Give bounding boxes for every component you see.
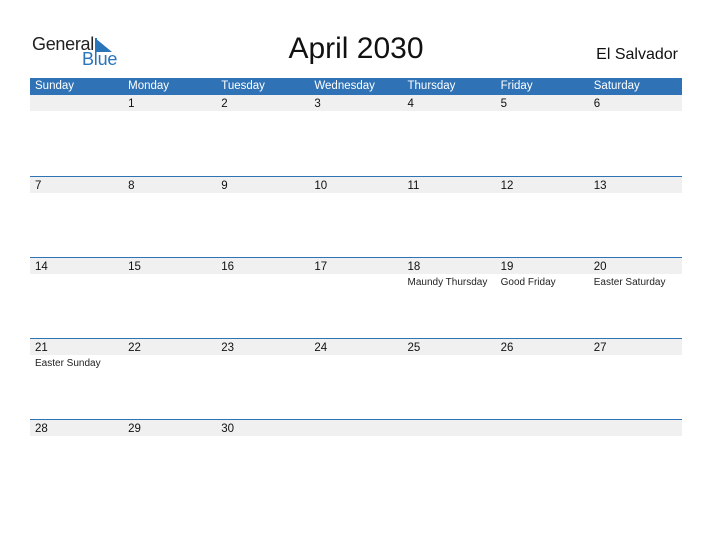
weekday-wednesday: Wednesday — [314, 80, 375, 92]
day-cell: 9 — [216, 177, 309, 194]
week-row: 1 2 3 4 5 6 — [30, 95, 682, 176]
day-number: 18 — [407, 261, 421, 273]
day-number: 30 — [221, 423, 235, 435]
week-row: 7 8 9 10 11 12 13 — [30, 176, 682, 257]
holiday-label: Good Friday — [500, 277, 556, 288]
day-cell: 26 — [496, 339, 589, 370]
day-cell: 13 — [589, 177, 682, 194]
day-cell — [30, 95, 123, 112]
day-cells: 1 2 3 4 5 6 — [30, 95, 682, 112]
weekday-tuesday: Tuesday — [221, 80, 265, 92]
day-cells: 21 Easter Sunday 22 23 24 25 26 27 — [30, 339, 682, 370]
day-number: 10 — [314, 180, 328, 192]
day-number: 29 — [128, 423, 141, 435]
day-cell — [403, 420, 496, 437]
day-number — [314, 420, 402, 437]
day-cell: 4 — [403, 95, 496, 112]
day-cell: 12 — [496, 177, 589, 194]
day-cell: 25 — [403, 339, 496, 370]
holiday-label: Easter Saturday — [593, 277, 666, 288]
day-cells: 28 29 30 — [30, 420, 682, 437]
day-number: 11 — [407, 180, 420, 192]
day-cell: 20 Easter Saturday — [589, 258, 682, 289]
day-cell: 29 — [123, 420, 216, 437]
day-cell: 30 — [216, 420, 309, 437]
day-number: 8 — [128, 180, 135, 192]
day-cell: 18 Maundy Thursday — [403, 258, 496, 289]
day-number: 17 — [314, 261, 328, 273]
day-cell: 10 — [309, 177, 402, 194]
weeks-container: 1 2 3 4 5 6 7 8 9 10 11 12 13 14 15 16 17 18 Maundy Thursd… — [30, 95, 682, 500]
day-cell: 19 Good Friday — [496, 258, 589, 289]
weekday-header: Sunday Monday Tuesday Wednesday Thursday… — [30, 78, 682, 95]
weekday-friday: Friday — [500, 80, 533, 92]
day-number: 28 — [35, 423, 48, 435]
day-number: 12 — [500, 180, 514, 192]
weekday-saturday: Saturday — [593, 80, 640, 92]
day-cell: 21 Easter Sunday — [30, 339, 123, 370]
day-number — [408, 420, 496, 437]
day-number: 9 — [221, 180, 228, 192]
day-number — [594, 420, 682, 437]
day-number: 16 — [221, 261, 235, 273]
day-cell: 6 — [589, 95, 682, 112]
day-cell: 1 — [123, 95, 216, 112]
day-cell: 23 — [216, 339, 309, 370]
day-number: 6 — [593, 98, 601, 110]
day-cell: 2 — [216, 95, 309, 112]
day-number: 24 — [314, 342, 328, 354]
day-cell: 3 — [309, 95, 402, 112]
weekday-monday: Monday — [128, 80, 170, 92]
day-number: 7 — [35, 180, 42, 192]
weekday-thursday: Thursday — [407, 80, 456, 92]
day-cell — [309, 420, 402, 437]
day-cells: 7 8 9 10 11 12 13 — [30, 177, 682, 194]
day-cell — [589, 420, 682, 437]
day-number: 14 — [35, 261, 48, 273]
day-number: 25 — [407, 342, 421, 354]
week-row: 14 15 16 17 18 Maundy Thursday 19 Good Friday 20… — [30, 257, 682, 338]
day-cell: 8 — [123, 177, 216, 194]
day-number: 5 — [500, 98, 508, 110]
day-cell: 16 — [216, 258, 309, 289]
day-number: 15 — [128, 261, 141, 273]
calendar-grid: Sunday Monday Tuesday Wednesday Thursday… — [30, 78, 682, 500]
day-number: 13 — [593, 180, 607, 192]
day-number: 27 — [593, 342, 607, 354]
day-number — [501, 420, 589, 437]
day-number — [35, 95, 123, 112]
day-cell: 28 — [30, 420, 123, 437]
day-number: 20 — [593, 261, 607, 273]
day-number: 21 — [35, 342, 48, 354]
day-number: 23 — [221, 342, 235, 354]
day-number: 1 — [128, 98, 135, 110]
day-cell: 24 — [309, 339, 402, 370]
day-cell: 5 — [496, 95, 589, 112]
day-number: 22 — [128, 342, 141, 354]
day-number: 2 — [221, 98, 228, 110]
day-cell: 27 — [589, 339, 682, 370]
country-label: El Salvador — [596, 46, 678, 63]
day-cells: 14 15 16 17 18 Maundy Thursday 19 Good Friday 20… — [30, 258, 682, 289]
day-cell: 15 — [123, 258, 216, 289]
holiday-label: Maundy Thursday — [407, 277, 488, 288]
day-cell: 11 — [403, 177, 496, 194]
day-cell — [496, 420, 589, 437]
day-cell: 14 — [30, 258, 123, 289]
week-row: 21 Easter Sunday 22 23 24 25 26 27 — [30, 338, 682, 419]
day-number: 4 — [407, 98, 414, 110]
weekday-sunday: Sunday — [35, 80, 75, 92]
holiday-label: Easter Sunday — [35, 358, 101, 369]
day-cell: 17 — [309, 258, 402, 289]
day-number: 26 — [500, 342, 514, 354]
day-cell: 22 — [123, 339, 216, 370]
day-number: 19 — [500, 261, 514, 273]
day-cell: 7 — [30, 177, 123, 194]
week-row: 28 29 30 — [30, 419, 682, 500]
day-number: 3 — [314, 98, 321, 110]
